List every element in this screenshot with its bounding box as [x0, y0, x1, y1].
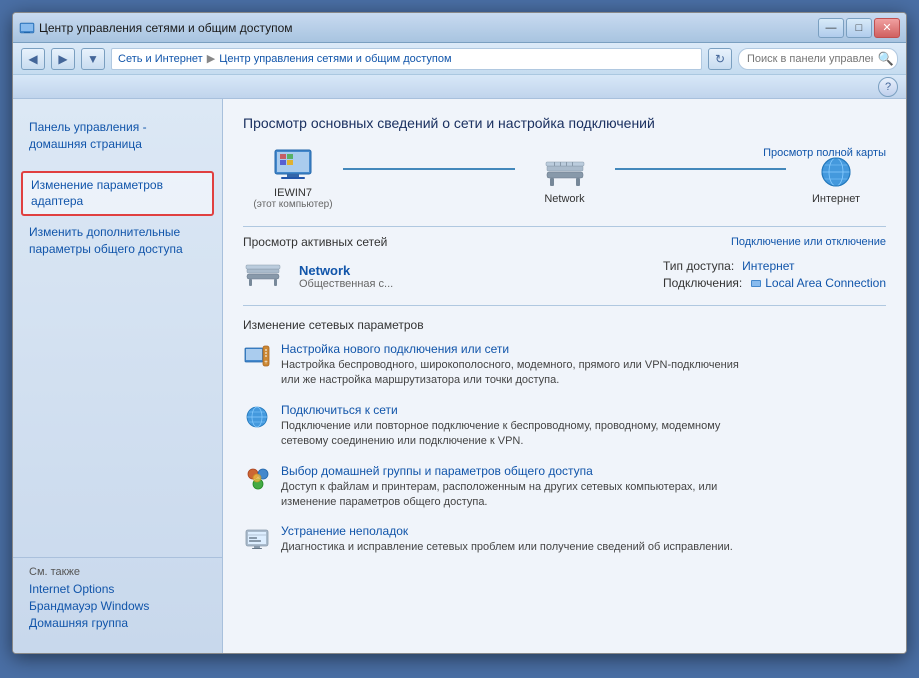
breadcrumb-item-current[interactable]: Центр управления сетями и общим доступом	[219, 53, 451, 65]
window-icon	[19, 20, 35, 36]
sidebar: Панель управления - домашняя страница Из…	[13, 99, 223, 653]
sidebar-home[interactable]: Панель управления - домашняя страница	[13, 111, 222, 161]
view-full-map-link[interactable]: Просмотр полной карты	[763, 147, 886, 159]
sidebar-windows-firewall[interactable]: Брандмауэр Windows	[29, 599, 206, 613]
search-wrap: 🔍	[738, 48, 898, 70]
connect-disconnect-link[interactable]: Подключение или отключение	[731, 236, 886, 248]
sidebar-item-sharing[interactable]: Изменить дополнительныепараметры общего …	[13, 218, 222, 264]
net-node-internet: Интернет	[786, 153, 886, 205]
net-sublabel-computer: (этот компьютер)	[253, 199, 332, 210]
new-connection-icon: +	[243, 342, 271, 370]
connections-row: Подключения: Local Area Connection	[663, 276, 886, 290]
divider-1	[243, 226, 886, 227]
search-input[interactable]	[738, 48, 898, 70]
homegroup-link[interactable]: Выбор домашней группы и параметров общег…	[281, 464, 717, 478]
sidebar-homegroup[interactable]: Домашняя группа	[29, 616, 206, 630]
dropdown-button[interactable]: ▼	[81, 48, 105, 70]
sidebar-item-adapter[interactable]: Изменение параметровадаптера	[21, 171, 214, 217]
change-item-new-connection: + Настройка нового подключения или сети …	[243, 342, 886, 389]
change-settings-title: Изменение сетевых параметров	[243, 318, 886, 332]
divider-2	[243, 305, 886, 306]
close-button[interactable]: ✕	[874, 18, 900, 38]
titlebar: Центр управления сетями и общим доступом…	[13, 13, 906, 43]
access-type-row: Тип доступа: Интернет	[663, 259, 886, 273]
bench-svg	[542, 154, 588, 192]
main-window: Центр управления сетями и общим доступом…	[12, 12, 907, 654]
homegroup-desc: Доступ к файлам и принтерам, расположенн…	[281, 480, 717, 511]
access-type-label: Тип доступа:	[663, 259, 734, 273]
active-network-icon	[243, 259, 283, 293]
active-networks-label: Просмотр активных сетей	[243, 235, 387, 249]
titlebar-controls: — □ ✕	[818, 18, 900, 38]
globe-svg	[815, 154, 857, 192]
page-title: Просмотр основных сведений о сети и наст…	[243, 115, 886, 131]
window-title: Центр управления сетями и общим доступом	[39, 21, 293, 35]
net-node-network: Network	[515, 153, 615, 205]
sidebar-home-link[interactable]: Панель управления - домашняя страница	[29, 120, 147, 151]
net-line-1	[343, 168, 515, 170]
connect-icon	[243, 403, 271, 431]
toolbar-row: ?	[13, 75, 906, 99]
active-network-row: Network Общественная с... Тип доступа: И…	[243, 259, 886, 293]
addressbar: ◀ ▶ ▼ Сеть и Интернет ▶ Центр управления…	[13, 43, 906, 75]
refresh-button[interactable]: ↻	[708, 48, 732, 70]
net-line-2	[615, 168, 787, 170]
forward-button[interactable]: ▶	[51, 48, 75, 70]
sidebar-also: См. также Internet Options Брандмауэр Wi…	[13, 557, 222, 641]
net-label-computer: IEWIN7	[274, 187, 312, 199]
computer-icon	[269, 147, 317, 187]
sidebar-also-title: См. также	[29, 566, 206, 578]
network-name: Network Общественная с...	[299, 263, 647, 290]
search-button[interactable]: 🔍	[878, 51, 894, 67]
change-item-connect: Подключиться к сети Подключение или повт…	[243, 403, 886, 450]
change-text-homegroup: Выбор домашней группы и параметров общег…	[281, 464, 717, 511]
active-network-bench-icon	[244, 260, 282, 292]
connect-link[interactable]: Подключиться к сети	[281, 403, 720, 417]
network-details: Тип доступа: Интернет Подключения: Local…	[663, 259, 886, 293]
active-networks-header: Просмотр активных сетей Подключение или …	[243, 235, 886, 249]
access-type-value: Интернет	[742, 259, 794, 273]
troubleshoot-desc: Диагностика и исправление сетевых пробле…	[281, 540, 733, 555]
connect-desc: Подключение или повторное подключение к …	[281, 419, 720, 450]
breadcrumb-item-network[interactable]: Сеть и Интернет	[118, 53, 203, 65]
new-connection-link[interactable]: Настройка нового подключения или сети	[281, 342, 739, 356]
network-name-title[interactable]: Network	[299, 263, 647, 278]
network-diagram: IEWIN7 (этот компьютер)	[243, 147, 886, 210]
main-area: Панель управления - домашняя страница Из…	[13, 99, 906, 653]
back-button[interactable]: ◀	[21, 48, 45, 70]
sidebar-internet-options[interactable]: Internet Options	[29, 582, 206, 596]
troubleshoot-icon	[243, 524, 271, 552]
network-type: Общественная с...	[299, 278, 647, 290]
breadcrumb[interactable]: Сеть и Интернет ▶ Центр управления сетям…	[111, 48, 702, 70]
svg-text:+: +	[264, 360, 268, 366]
connections-label: Подключения:	[663, 276, 742, 290]
change-item-homegroup: Выбор домашней группы и параметров общег…	[243, 464, 886, 511]
change-item-troubleshoot: Устранение неполадок Диагностика и испра…	[243, 524, 886, 555]
connections-value[interactable]: Local Area Connection	[765, 276, 886, 290]
minimize-button[interactable]: —	[818, 18, 844, 38]
net-label-internet: Интернет	[812, 193, 860, 205]
new-connection-desc: Настройка беспроводного, широкополосного…	[281, 358, 739, 389]
change-text-troubleshoot: Устранение неполадок Диагностика и испра…	[281, 524, 733, 555]
net-node-computer: IEWIN7 (этот компьютер)	[243, 147, 343, 210]
change-text-connect: Подключиться к сети Подключение или повт…	[281, 403, 720, 450]
breadcrumb-separator: ▶	[207, 52, 215, 65]
titlebar-left: Центр управления сетями и общим доступом	[19, 20, 293, 36]
change-text-new-connection: Настройка нового подключения или сети На…	[281, 342, 739, 389]
maximize-button[interactable]: □	[846, 18, 872, 38]
network-bench-icon	[541, 153, 589, 193]
help-button[interactable]: ?	[878, 77, 898, 97]
troubleshoot-link[interactable]: Устранение неполадок	[281, 524, 733, 538]
connection-icon	[750, 277, 762, 289]
homegroup-icon	[243, 464, 271, 492]
net-label-network: Network	[544, 193, 584, 205]
computer-svg	[271, 148, 315, 186]
content-area: Просмотр основных сведений о сети и наст…	[223, 99, 906, 653]
